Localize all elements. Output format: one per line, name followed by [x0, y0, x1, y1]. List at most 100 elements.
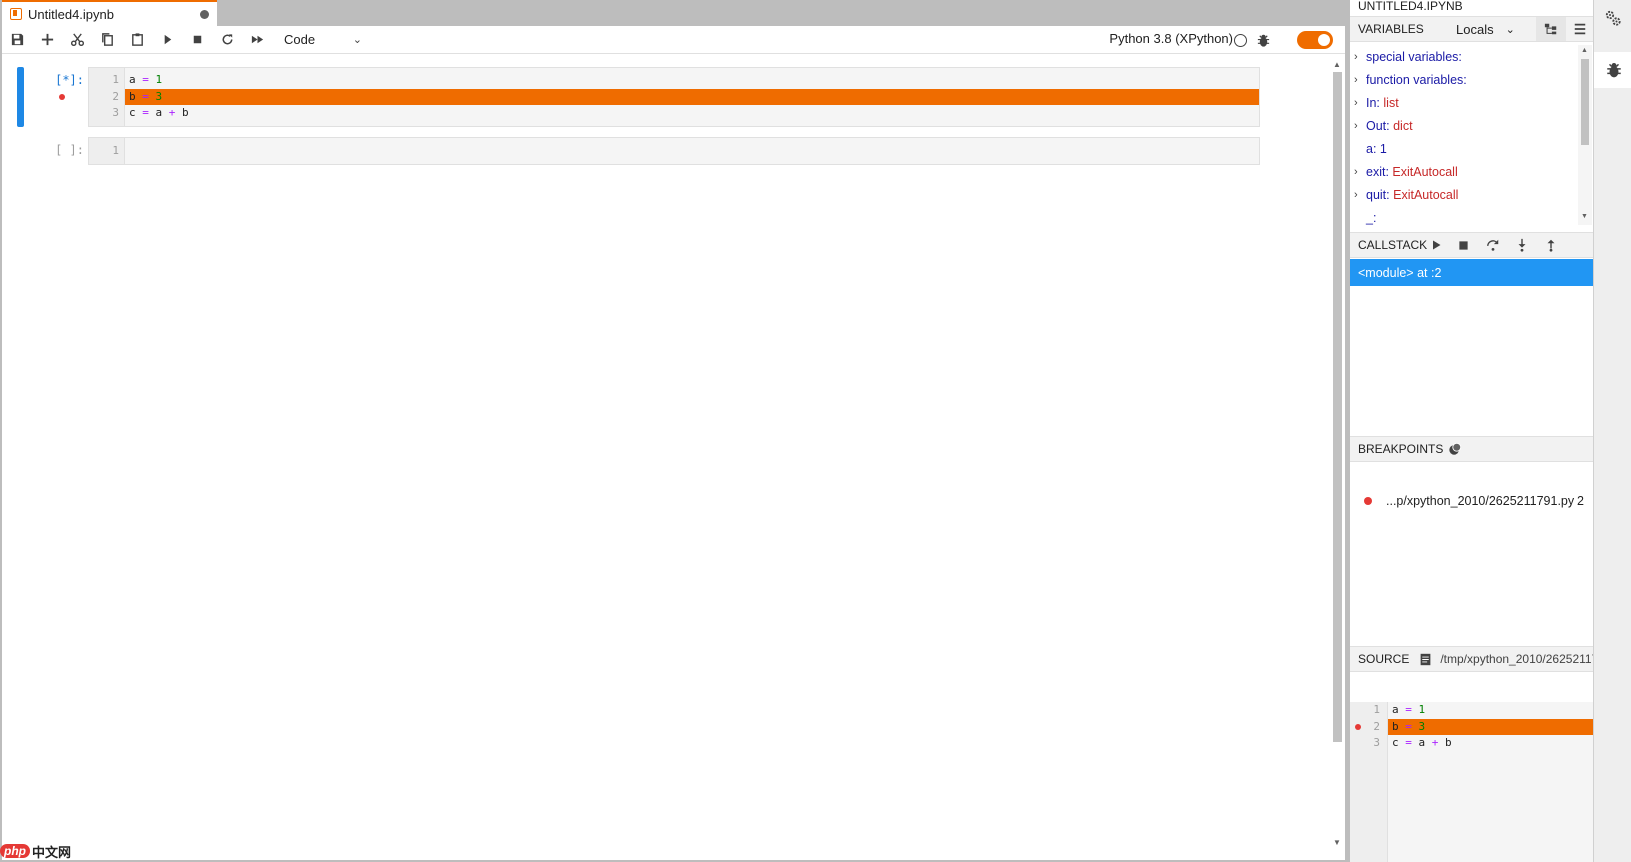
line-number: 1 — [112, 144, 119, 157]
unsaved-dot-icon[interactable] — [200, 9, 209, 19]
chevron-right-icon[interactable]: › — [1354, 120, 1366, 132]
paste-icon — [131, 33, 143, 46]
bug-icon — [1607, 63, 1621, 78]
breakpoints-title: BREAKPOINTS — [1358, 442, 1444, 456]
source-header: SOURCE /tmp/xpython_2010/2625211791.py — [1350, 646, 1594, 672]
debugger-title: UNTITLED4.IPYNB — [1350, 0, 1594, 16]
variables-header: VARIABLES Locals ⌄ — [1350, 16, 1594, 42]
scope-dropdown[interactable]: Locals ⌄ — [1456, 22, 1515, 37]
restart-run-all-button[interactable] — [242, 26, 272, 54]
chevron-right-icon[interactable]: › — [1354, 97, 1366, 109]
scrollbar-thumb[interactable] — [1333, 72, 1342, 742]
variables-scrollbar[interactable]: ▲ ▼ — [1578, 45, 1592, 225]
open-source-button[interactable] — [1419, 653, 1432, 666]
interrupt-button[interactable] — [182, 26, 212, 54]
debugger-toggle[interactable] — [1297, 31, 1333, 49]
restart-button[interactable] — [212, 26, 242, 54]
variable-item[interactable]: a: 1 — [1350, 137, 1578, 160]
code-cell-1[interactable]: [*]: 1 a = 1 2 b = 3 3 c = a + b — [2, 67, 1292, 127]
kernel-name[interactable]: Python 3.8 (XPython) — [1109, 31, 1233, 46]
line-number: 2 — [112, 89, 119, 103]
continue-button[interactable] — [1430, 239, 1442, 251]
breakpoints-header: BREAKPOINTS — [1350, 436, 1594, 462]
variable-item[interactable]: › special variables: — [1350, 45, 1578, 68]
scroll-down-icon[interactable]: ▼ — [1581, 213, 1588, 220]
code-line: 1 a = 1 — [89, 72, 1259, 89]
line-number: 3 — [112, 106, 119, 119]
scroll-up-icon[interactable]: ▲ — [1581, 47, 1588, 54]
code-line-current: 2 b = 3 — [59, 88, 1259, 105]
right-activity-bar — [1593, 0, 1631, 862]
notebook-panel: Code ⌄ Python 3.8 (XPython) [*]: 1 a = 1… — [2, 26, 1345, 860]
step-in-icon — [1518, 238, 1526, 252]
file-icon — [1420, 653, 1431, 665]
source-editor[interactable]: 1 a = 1 2 b = 3 3 c = a + b — [1350, 702, 1594, 862]
chevron-right-icon[interactable]: › — [1354, 166, 1366, 178]
source-title: SOURCE — [1358, 652, 1410, 666]
table-view-button[interactable] — [1566, 17, 1594, 41]
remove-breakpoints-button[interactable] — [1448, 442, 1462, 456]
save-button[interactable] — [2, 26, 32, 54]
save-icon — [11, 33, 23, 46]
watermark-text: 中文网 — [32, 844, 72, 860]
close-all-icon — [1449, 442, 1462, 455]
variables-title: VARIABLES — [1358, 22, 1424, 36]
tab-untitled4[interactable]: Untitled4.ipynb — [2, 0, 217, 26]
tab-bar: Untitled4.ipynb — [0, 0, 1349, 26]
chevron-right-icon[interactable]: › — [1354, 189, 1366, 201]
notebook-area: Untitled4.ipynb Code ⌄ Python 3.8 (XPyth… — [0, 0, 1349, 862]
variable-item[interactable]: › Out: dict — [1350, 114, 1578, 137]
scope-value: Locals — [1456, 21, 1494, 37]
source-line: 3 c = a + b — [1350, 735, 1594, 752]
callstack-frame[interactable]: <module> at :2 — [1350, 259, 1594, 286]
scroll-down-icon[interactable]: ▼ — [1333, 838, 1341, 847]
cut-icon — [70, 33, 84, 47]
cut-button[interactable] — [62, 26, 92, 54]
notebook-toolbar: Code ⌄ Python 3.8 (XPython) — [2, 26, 1345, 54]
property-inspector-tab[interactable] — [1594, 0, 1631, 36]
code-cell-2[interactable]: [ ]: 1 — [2, 137, 1292, 165]
variable-item[interactable]: _: — [1350, 206, 1578, 225]
cell-prompt: [ ]: — [55, 143, 84, 157]
run-button[interactable] — [152, 26, 182, 54]
tab-label: Untitled4.ipynb — [28, 6, 114, 22]
restart-icon — [222, 34, 232, 45]
tree-view-button[interactable] — [1536, 17, 1566, 41]
cell-type-value: Code — [284, 32, 316, 47]
breakpoint-path: ...p/xpython_2010/2625211791.py — [1386, 494, 1575, 508]
line-number: 3 — [1373, 736, 1380, 749]
chevron-down-icon: ⌄ — [352, 34, 362, 46]
add-cell-button[interactable] — [32, 26, 62, 54]
notebook-scrollbar[interactable]: ▲ ▼ — [1331, 60, 1343, 847]
cell-prompt: [*]: — [55, 73, 84, 87]
copy-button[interactable] — [92, 26, 122, 54]
variable-item[interactable]: › quit: ExitAutocall — [1350, 183, 1578, 206]
scroll-up-icon[interactable]: ▲ — [1333, 60, 1341, 69]
step-over-button[interactable] — [1486, 238, 1500, 252]
source-path: /tmp/xpython_2010/2625211791.py — [1440, 652, 1594, 666]
add-icon — [41, 33, 53, 46]
terminate-button[interactable] — [1458, 240, 1469, 251]
debugger-tab[interactable] — [1594, 52, 1631, 88]
step-in-button[interactable] — [1515, 238, 1529, 252]
stop-icon — [193, 35, 201, 44]
site-watermark: php 中文网 — [0, 842, 71, 860]
variable-item[interactable]: › In: list — [1350, 91, 1578, 114]
step-out-button[interactable] — [1544, 238, 1558, 252]
cell-type-dropdown[interactable]: Code ⌄ — [278, 29, 368, 51]
code-line: 1 — [89, 143, 1259, 160]
breakpoint-icon[interactable] — [59, 93, 65, 100]
chevron-right-icon[interactable]: › — [1354, 74, 1366, 86]
chevron-down-icon: ⌄ — [1505, 23, 1515, 36]
cell-editor[interactable]: 1 a = 1 2 b = 3 3 c = a + b — [59, 67, 1260, 127]
chevron-right-icon[interactable]: › — [1354, 51, 1366, 63]
notebook-icon — [10, 8, 22, 20]
breakpoint-item[interactable]: ...p/xpython_2010/2625211791.py 2 — [1350, 490, 1594, 512]
scrollbar-thumb[interactable] — [1581, 59, 1589, 145]
paste-button[interactable] — [122, 26, 152, 54]
variable-item[interactable]: › function variables: — [1350, 68, 1578, 91]
variable-item[interactable]: › exit: ExitAutocall — [1350, 160, 1578, 183]
cell-editor[interactable]: 1 — [88, 137, 1260, 165]
line-number: 1 — [112, 73, 119, 86]
tree-view-icon — [1544, 23, 1557, 35]
